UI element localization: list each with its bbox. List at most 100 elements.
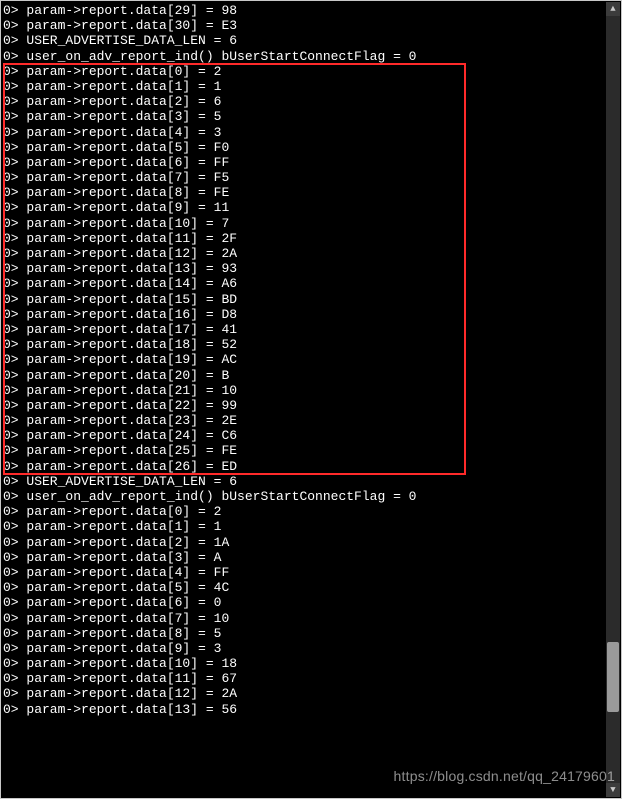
log-line: 0> param->report.data[2] = 6 (3, 94, 605, 109)
log-text: param->report.data[1] = 1 (26, 519, 221, 534)
log-text: param->report.data[29] = 98 (26, 3, 237, 18)
log-text: param->report.data[5] = F0 (26, 140, 229, 155)
log-text: param->report.data[19] = AC (26, 352, 237, 367)
log-text: param->report.data[15] = BD (26, 292, 237, 307)
prompt: 0> (3, 246, 26, 261)
log-line: 0> param->report.data[1] = 1 (3, 79, 605, 94)
log-line: 0> param->report.data[11] = 67 (3, 671, 605, 686)
prompt: 0> (3, 200, 26, 215)
log-text: param->report.data[12] = 2A (26, 246, 237, 261)
terminal-output: 0> param->report.data[29] = 980> param->… (1, 1, 605, 798)
log-text: param->report.data[6] = FF (26, 155, 229, 170)
prompt: 0> (3, 383, 26, 398)
log-text: param->report.data[12] = 2A (26, 686, 237, 701)
log-text: param->report.data[13] = 56 (26, 702, 237, 717)
prompt: 0> (3, 155, 26, 170)
prompt: 0> (3, 459, 26, 474)
log-text: param->report.data[20] = B (26, 368, 229, 383)
log-line: 0> param->report.data[15] = BD (3, 292, 605, 307)
log-line: 0> param->report.data[10] = 7 (3, 216, 605, 231)
log-text: param->report.data[30] = E3 (26, 18, 237, 33)
log-text: USER_ADVERTISE_DATA_LEN = 6 (26, 474, 237, 489)
log-line: 0> param->report.data[9] = 11 (3, 200, 605, 215)
log-line: 0> user_on_adv_report_ind() bUserStartCo… (3, 49, 605, 64)
log-text: param->report.data[4] = FF (26, 565, 229, 580)
prompt: 0> (3, 626, 26, 641)
prompt: 0> (3, 641, 26, 656)
log-text: param->report.data[0] = 2 (26, 504, 221, 519)
log-line: 0> param->report.data[9] = 3 (3, 641, 605, 656)
prompt: 0> (3, 33, 26, 48)
prompt: 0> (3, 702, 26, 717)
terminal-window: 0> param->report.data[29] = 980> param->… (0, 0, 622, 799)
log-text: param->report.data[14] = A6 (26, 276, 237, 291)
prompt: 0> (3, 3, 26, 18)
log-line: 0> param->report.data[10] = 18 (3, 656, 605, 671)
scroll-down-arrow[interactable]: ▼ (606, 783, 620, 797)
log-line: 0> param->report.data[26] = ED (3, 459, 605, 474)
prompt: 0> (3, 671, 26, 686)
log-text: param->report.data[3] = 5 (26, 109, 221, 124)
log-line: 0> param->report.data[4] = FF (3, 565, 605, 580)
scroll-thumb[interactable] (607, 642, 619, 712)
log-text: param->report.data[9] = 11 (26, 200, 229, 215)
prompt: 0> (3, 595, 26, 610)
prompt: 0> (3, 611, 26, 626)
log-line: 0> param->report.data[8] = FE (3, 185, 605, 200)
log-line: 0> param->report.data[5] = 4C (3, 580, 605, 595)
log-line: 0> param->report.data[0] = 2 (3, 504, 605, 519)
log-line: 0> param->report.data[3] = A (3, 550, 605, 565)
prompt: 0> (3, 519, 26, 534)
log-line: 0> param->report.data[13] = 93 (3, 261, 605, 276)
log-text: param->report.data[13] = 93 (26, 261, 237, 276)
log-line: 0> param->report.data[14] = A6 (3, 276, 605, 291)
log-text: param->report.data[22] = 99 (26, 398, 237, 413)
prompt: 0> (3, 656, 26, 671)
log-text: param->report.data[18] = 52 (26, 337, 237, 352)
prompt: 0> (3, 428, 26, 443)
log-line: 0> param->report.data[6] = FF (3, 155, 605, 170)
log-text: param->report.data[8] = 5 (26, 626, 221, 641)
log-line: 0> user_on_adv_report_ind() bUserStartCo… (3, 489, 605, 504)
log-text: param->report.data[5] = 4C (26, 580, 229, 595)
log-text: param->report.data[4] = 3 (26, 125, 221, 140)
prompt: 0> (3, 352, 26, 367)
log-text: param->report.data[17] = 41 (26, 322, 237, 337)
log-text: param->report.data[10] = 7 (26, 216, 229, 231)
log-text: param->report.data[6] = 0 (26, 595, 221, 610)
log-text: param->report.data[1] = 1 (26, 79, 221, 94)
log-line: 0> param->report.data[3] = 5 (3, 109, 605, 124)
vertical-scrollbar[interactable]: ▲ ▼ (606, 2, 620, 797)
log-text: param->report.data[25] = FE (26, 443, 237, 458)
prompt: 0> (3, 170, 26, 185)
log-line: 0> param->report.data[8] = 5 (3, 626, 605, 641)
log-text: param->report.data[2] = 6 (26, 94, 221, 109)
log-line: 0> param->report.data[7] = 10 (3, 611, 605, 626)
log-line: 0> param->report.data[21] = 10 (3, 383, 605, 398)
prompt: 0> (3, 94, 26, 109)
log-text: param->report.data[16] = D8 (26, 307, 237, 322)
log-text: param->report.data[26] = ED (26, 459, 237, 474)
prompt: 0> (3, 580, 26, 595)
prompt: 0> (3, 79, 26, 94)
log-line: 0> param->report.data[23] = 2E (3, 413, 605, 428)
log-text: param->report.data[7] = F5 (26, 170, 229, 185)
log-line: 0> param->report.data[16] = D8 (3, 307, 605, 322)
log-text: param->report.data[10] = 18 (26, 656, 237, 671)
scroll-up-arrow[interactable]: ▲ (606, 2, 620, 16)
log-line: 0> USER_ADVERTISE_DATA_LEN = 6 (3, 474, 605, 489)
log-line: 0> param->report.data[4] = 3 (3, 125, 605, 140)
log-text: user_on_adv_report_ind() bUserStartConne… (26, 49, 416, 64)
log-line: 0> param->report.data[19] = AC (3, 352, 605, 367)
log-text: param->report.data[0] = 2 (26, 64, 221, 79)
prompt: 0> (3, 109, 26, 124)
log-text: USER_ADVERTISE_DATA_LEN = 6 (26, 33, 237, 48)
log-line: 0> param->report.data[22] = 99 (3, 398, 605, 413)
prompt: 0> (3, 64, 26, 79)
prompt: 0> (3, 443, 26, 458)
prompt: 0> (3, 686, 26, 701)
prompt: 0> (3, 49, 26, 64)
prompt: 0> (3, 140, 26, 155)
prompt: 0> (3, 565, 26, 580)
prompt: 0> (3, 535, 26, 550)
